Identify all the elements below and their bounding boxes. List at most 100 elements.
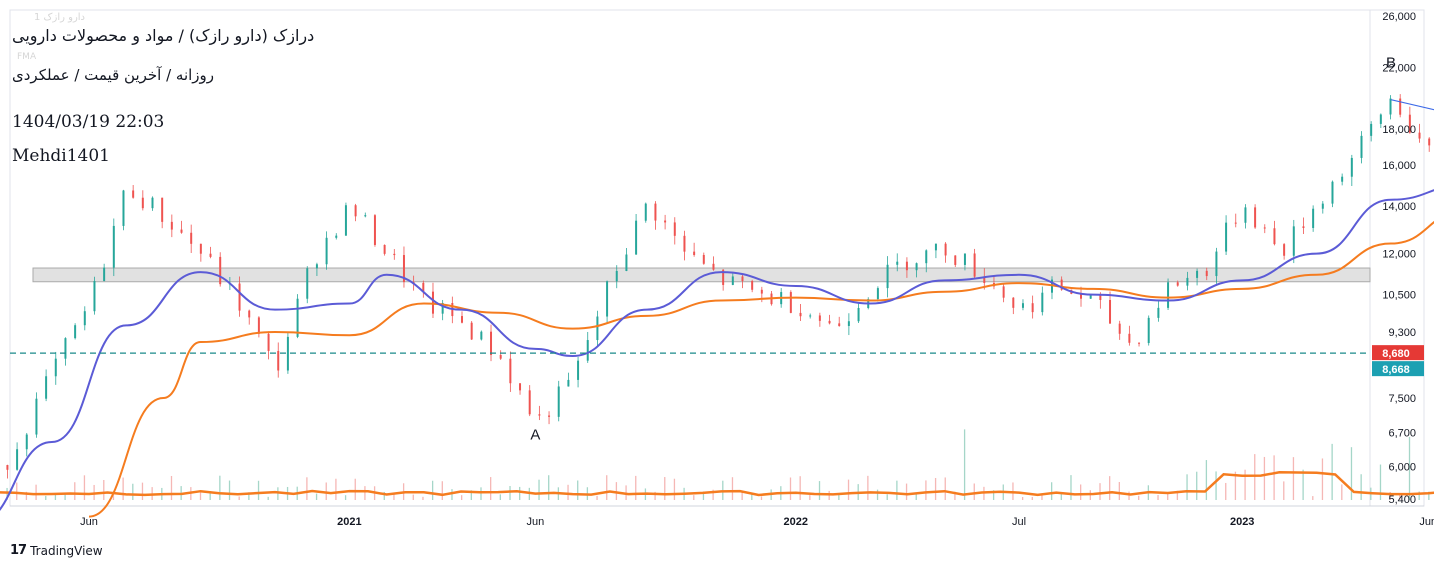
candle-body — [25, 434, 28, 450]
tradingview-logo[interactable]: 17 TradingView — [10, 543, 103, 558]
volume-bar — [170, 475, 173, 500]
tradingview-logo-icon: 17 — [10, 543, 27, 558]
candle-body — [1109, 299, 1112, 324]
volume-bar — [973, 483, 975, 500]
price-chart[interactable]: ABCiiiiiiivv(i)(ii)(iii)(iv)(v)26,00022,… — [0, 0, 1434, 570]
volume-bar — [1118, 482, 1120, 500]
candle-body — [1418, 132, 1421, 139]
candle-body — [1263, 227, 1266, 229]
candle-body — [6, 465, 9, 470]
candle-body — [654, 203, 657, 221]
candle-body — [973, 253, 976, 277]
volume-bar — [1196, 471, 1198, 500]
candle-body — [1234, 222, 1237, 224]
candle-body — [35, 398, 38, 435]
candle-body — [83, 311, 86, 326]
candle-body — [1099, 295, 1102, 300]
candle-body — [954, 255, 957, 265]
candle-body — [905, 261, 908, 271]
candle-body — [335, 235, 338, 238]
volume-bar — [122, 477, 124, 500]
volume-bar — [963, 429, 966, 500]
y-tick-label: 7,500 — [1388, 393, 1416, 405]
volume-bar — [538, 479, 540, 500]
support-zone — [32, 267, 1371, 283]
candle-body — [760, 289, 763, 294]
volume-bar — [567, 484, 569, 500]
candle-body — [1360, 135, 1363, 158]
candle-body — [1225, 222, 1228, 252]
volume-bar — [315, 493, 318, 500]
candle-body — [741, 276, 744, 282]
candle-body — [364, 215, 367, 217]
candle-body — [1244, 207, 1247, 223]
candle-body — [1128, 333, 1131, 343]
candle-body — [161, 197, 164, 222]
candle-body — [1341, 176, 1344, 182]
volume-bar — [673, 478, 676, 500]
candle-body — [383, 244, 386, 254]
candle-body — [606, 281, 609, 317]
volume-bar — [412, 494, 414, 500]
candle-body — [248, 310, 251, 318]
candle-body — [683, 235, 686, 252]
volume-bar — [325, 482, 327, 500]
volume-bar — [1244, 469, 1246, 500]
volume-bar — [54, 494, 57, 500]
x-tick-label: 2022 — [784, 516, 808, 528]
candle-body — [528, 390, 531, 415]
volume-bar — [354, 478, 356, 500]
y-tick-label: 5,400 — [1388, 494, 1416, 506]
volume-bar — [83, 475, 86, 500]
volume-bar — [141, 482, 144, 500]
volume-bar — [934, 477, 937, 500]
candle-body — [548, 415, 551, 417]
volume-bar — [461, 495, 463, 500]
candle-body — [828, 320, 831, 324]
y-tick-label: 6,700 — [1388, 428, 1416, 440]
volume-bar — [809, 495, 811, 500]
candle-body — [712, 263, 715, 270]
candle-body — [45, 376, 48, 399]
candle-body — [199, 243, 202, 254]
chart-timestamp: 1404/03/19 22:03 — [12, 112, 165, 132]
candle-body — [93, 281, 96, 312]
candle-body — [151, 197, 154, 209]
candle-body — [789, 292, 792, 313]
chart-author: Mehdi1401 — [12, 146, 110, 166]
candle-body — [315, 264, 318, 269]
volume-bar — [74, 482, 76, 500]
volume-bar — [905, 483, 908, 500]
y-tick-label: 18,000 — [1382, 124, 1416, 136]
candle-body — [896, 261, 899, 265]
volume-bar — [615, 482, 618, 500]
candle-body — [509, 358, 512, 384]
candle-body — [267, 333, 270, 351]
candle-body — [751, 281, 754, 290]
y-tick-label: 9,300 — [1388, 327, 1416, 339]
volume-bar — [509, 486, 511, 500]
volume-bar — [1350, 447, 1353, 500]
candle-body — [1167, 282, 1170, 308]
candle-body — [64, 338, 67, 359]
candle-body — [702, 254, 705, 264]
volume-bar — [1080, 484, 1082, 500]
candle-body — [876, 288, 879, 300]
x-tick-label: 2021 — [337, 516, 361, 528]
candle-body — [1138, 342, 1141, 344]
volume-bar — [1109, 476, 1111, 500]
candle-body — [1089, 295, 1092, 299]
candle-body — [1196, 270, 1199, 278]
candle-body — [499, 354, 502, 359]
volume-bar — [1341, 484, 1343, 500]
candle-body — [799, 312, 802, 317]
candle-body — [1321, 203, 1324, 209]
volume-bar — [1099, 483, 1101, 500]
y-tick-label: 14,000 — [1382, 201, 1416, 213]
volume-bar — [1321, 458, 1324, 500]
volume-bar — [577, 480, 579, 500]
volume-bar — [1312, 496, 1314, 500]
wave-label-a: A — [530, 427, 540, 444]
volume-bar — [267, 496, 269, 500]
candle-body — [1021, 303, 1024, 308]
